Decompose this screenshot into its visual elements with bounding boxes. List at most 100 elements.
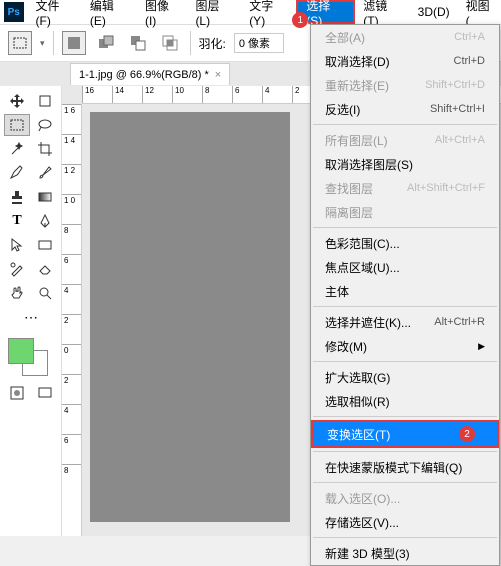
history-brush-tool[interactable] [4, 258, 30, 280]
quickmask-tool[interactable] [4, 382, 30, 404]
close-icon[interactable]: × [215, 69, 221, 81]
menu-3d[interactable]: 3D(D) [410, 0, 458, 24]
screenmode-tool[interactable] [32, 382, 58, 404]
ruler-tick: 0 [62, 344, 81, 374]
hand-icon [9, 285, 25, 301]
menu-item[interactable]: 存储选区(V)... [311, 510, 499, 534]
menu-item[interactable]: 反选(I)Shift+Ctrl+I [311, 97, 499, 121]
menu-layer[interactable]: 图层(L) [187, 0, 241, 24]
tool-preset-marquee[interactable] [8, 31, 32, 55]
selection-new-icon[interactable] [62, 31, 86, 55]
wand-tool[interactable] [4, 138, 30, 160]
tools-panel: T ⋯ [0, 86, 62, 536]
menu-item: 载入选区(O)... [311, 486, 499, 510]
menu-separator [313, 416, 497, 417]
quickmask-icon [9, 385, 25, 401]
menu-type[interactable]: 文字(Y) [241, 0, 296, 24]
menu-image[interactable]: 图像(I) [137, 0, 187, 24]
ruler-tick: 1 0 [62, 194, 81, 224]
eyedropper-tool[interactable] [4, 162, 30, 184]
ruler-tick: 1 4 [62, 134, 81, 164]
menu-item[interactable]: 修改(M)▶ [311, 334, 499, 358]
menu-file[interactable]: 文件(F) [28, 0, 82, 24]
menu-item-label: 主体 [325, 283, 349, 300]
ruler-vertical[interactable]: 1 6 1 4 1 2 1 0 8 6 4 2 0 2 4 6 8 [62, 104, 82, 536]
menu-separator [313, 361, 497, 362]
chevron-down-icon[interactable]: ▾ [40, 38, 45, 49]
select-menu-dropdown: 全部(A)Ctrl+A取消选择(D)Ctrl+D 重新选择(E) Shift+Ctr… [310, 24, 500, 566]
artboard-tool[interactable] [32, 90, 58, 112]
menu-item-label: 查找图层 [325, 180, 373, 197]
menu-item-label: 取消选择(D) [325, 53, 390, 70]
menu-item[interactable]: 选取相似(R) [311, 389, 499, 413]
hand-tool[interactable] [4, 282, 30, 304]
ruler-tick: 6 [62, 434, 81, 464]
ruler-tick: 2 [62, 314, 81, 344]
history-brush-icon [9, 261, 25, 277]
menu-separator [313, 124, 497, 125]
foreground-color-swatch[interactable] [8, 338, 34, 364]
menu-edit[interactable]: 编辑(E) [82, 0, 137, 24]
selection-subtract-icon[interactable] [126, 31, 150, 55]
menu-item[interactable]: 扩大选取(G) [311, 365, 499, 389]
menu-select[interactable]: 选择(S) 1 [296, 0, 355, 24]
lasso-tool[interactable] [32, 114, 58, 136]
type-tool[interactable]: T [4, 210, 30, 232]
move-tool[interactable] [4, 90, 30, 112]
menu-separator [313, 482, 497, 483]
shape-tool[interactable] [32, 234, 58, 256]
menu-item: 查找图层Alt+Shift+Ctrl+F [311, 176, 499, 200]
zoom-tool[interactable] [32, 282, 58, 304]
zoom-icon [37, 285, 53, 301]
ruler-tick: 2 [62, 374, 81, 404]
menu-separator [313, 537, 497, 538]
menu-shortcut: Alt+Ctrl+R [434, 316, 485, 328]
document-tab[interactable]: 1-1.jpg @ 66.9%(RGB/8) * × [70, 63, 230, 85]
stamp-icon [9, 189, 25, 205]
crop-tool[interactable] [32, 138, 58, 160]
eyedropper-icon [9, 165, 25, 181]
selection-add-icon[interactable] [94, 31, 118, 55]
menu-item[interactable]: 取消选择图层(S) [311, 152, 499, 176]
move-icon [9, 93, 25, 109]
arrow-icon [9, 237, 25, 253]
menu-item-label: 修改(M) [325, 338, 367, 355]
feather-input[interactable] [234, 33, 284, 53]
menu-view[interactable]: 视图( [458, 0, 501, 24]
eraser-tool[interactable] [32, 258, 58, 280]
menu-item-label: 所有图层(L) [325, 132, 388, 149]
ruler-tick: 4 [262, 86, 292, 103]
menu-item-label: 选择并遮住(K)... [325, 314, 411, 331]
menu-shortcut: Shift+Ctrl+I [430, 103, 485, 115]
ruler-tick: 8 [62, 224, 81, 254]
menu-item-label: 扩大选取(G) [325, 369, 390, 386]
menu-item: 全部(A)Ctrl+A [311, 25, 499, 49]
menu-item[interactable]: 主体 [311, 279, 499, 303]
stamp-tool[interactable] [4, 186, 30, 208]
pen-tool[interactable] [32, 210, 58, 232]
gradient-icon [37, 189, 53, 205]
path-select-tool[interactable] [4, 234, 30, 256]
menu-item-label: 重新选择(E) [325, 77, 389, 94]
menubar: Ps 文件(F) 编辑(E) 图像(I) 图层(L) 文字(Y) 选择(S) 1… [0, 0, 501, 24]
edit-toolbar[interactable]: ⋯ [4, 306, 58, 328]
canvas[interactable] [90, 112, 290, 522]
screen-icon [37, 385, 53, 401]
menu-item-label: 存储选区(V)... [325, 514, 399, 531]
selection-intersect-icon[interactable] [158, 31, 182, 55]
color-swatches[interactable] [4, 336, 58, 380]
brush-tool[interactable] [32, 162, 58, 184]
brush-icon [37, 165, 53, 181]
menu-item[interactable]: 变换选区(T)2 [311, 420, 499, 448]
menu-item[interactable]: 新建 3D 模型(3) [311, 541, 499, 565]
menu-filter[interactable]: 滤镜(T) [355, 0, 409, 24]
menu-item[interactable]: 选择并遮住(K)... Alt+Ctrl+R [311, 310, 499, 334]
menu-item[interactable]: 色彩范围(C)... [311, 231, 499, 255]
menu-item[interactable]: 在快速蒙版模式下编辑(Q) [311, 455, 499, 479]
menu-item[interactable]: 焦点区域(U)... [311, 255, 499, 279]
gradient-tool[interactable] [32, 186, 58, 208]
menu-separator [313, 306, 497, 307]
marquee-tool[interactable] [4, 114, 30, 136]
feather-label: 羽化: [199, 35, 226, 52]
menu-item[interactable]: 取消选择(D)Ctrl+D [311, 49, 499, 73]
